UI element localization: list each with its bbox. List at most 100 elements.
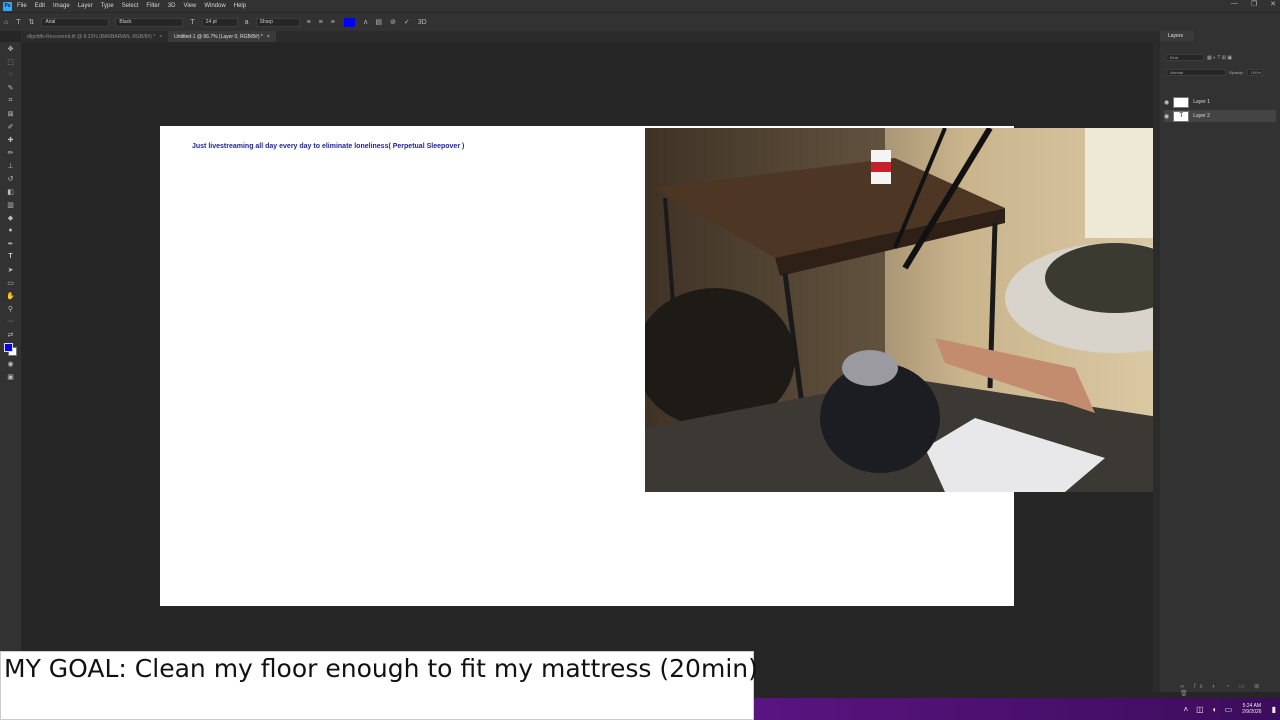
commit-icon[interactable]: ✓ (404, 18, 410, 26)
zoom-tool-icon[interactable]: ⚲ (0, 302, 21, 315)
window-controls: — ❐ ✕ (1231, 0, 1276, 8)
menu-image[interactable]: Image (53, 3, 70, 9)
panel-dock-strip[interactable] (1153, 31, 1160, 692)
stamp-tool-icon[interactable]: ⊥ (0, 159, 21, 172)
font-style-select[interactable]: Black (115, 17, 184, 27)
close-button[interactable]: ✕ (1270, 0, 1276, 8)
layers-panel: Layers Kind ▦ ◐ T ⊞ ▣ Normal Opacity: 10… (1160, 31, 1280, 697)
document-tabs: dfgsfdfv-Recovered.tif @ 8.33% (BARBARIA… (21, 31, 1153, 42)
marquee-tool-icon[interactable]: ⬚ (0, 55, 21, 68)
home-icon[interactable]: ⌂ (4, 19, 8, 26)
blend-mode-select[interactable]: Normal (1166, 69, 1226, 76)
maximize-button[interactable]: ❐ (1251, 0, 1257, 8)
menu-view[interactable]: View (183, 3, 196, 9)
healing-tool-icon[interactable]: ✚ (0, 133, 21, 146)
menu-window[interactable]: Window (204, 3, 225, 9)
quick-select-tool-icon[interactable]: ✎ (0, 81, 21, 94)
photoshop-logo: Ps (3, 1, 12, 11)
more-tools-icon[interactable]: ··· (0, 315, 21, 328)
menu-help[interactable]: Help (234, 3, 246, 9)
blur-tool-icon[interactable]: ◆ (0, 211, 21, 224)
align-right-icon[interactable]: ≡ (331, 19, 335, 26)
layer-row[interactable]: ◉ Layer 1 (1164, 96, 1276, 108)
menu-edit[interactable]: Edit (35, 3, 45, 9)
taskbar: ˄ ◫ ◖ ▭ 5:24 AM 2/9/2026 ▮ (754, 698, 1280, 720)
shape-tool-icon[interactable]: ▭ (0, 276, 21, 289)
gradient-tool-icon[interactable]: ▥ (0, 198, 21, 211)
pen-tool-icon[interactable]: ✒ (0, 237, 21, 250)
eye-icon[interactable]: ◉ (1164, 99, 1169, 106)
eyedropper-tool-icon[interactable]: ✐ (0, 120, 21, 133)
volume-icon[interactable]: ◖ (1212, 705, 1217, 714)
quick-mask-icon[interactable]: ◉ (0, 357, 21, 370)
foreground-background-colors[interactable] (0, 341, 21, 357)
minimize-button[interactable]: — (1231, 0, 1238, 8)
align-center-icon[interactable]: ≡ (319, 19, 323, 26)
tab-untitled-1[interactable]: Untitled-1 @ 66.7% (Layer 0, RGB/8#) * × (168, 31, 276, 42)
layer-name: Layer 2 (1193, 113, 1210, 119)
dodge-tool-icon[interactable]: ● (0, 224, 21, 237)
font-size-icon: T (190, 18, 195, 26)
path-select-tool-icon[interactable]: ➤ (0, 263, 21, 276)
menu-select[interactable]: Select (122, 3, 139, 9)
type-tool-icon[interactable]: T (0, 250, 21, 263)
options-bar: ⌂ T ⇅ Arial Black T 24 pt a Sharp ≡ ≡ ≡ … (0, 12, 1280, 31)
warp-text-icon[interactable]: ʌ (364, 19, 368, 26)
notification-icon[interactable]: ▮ (1272, 705, 1276, 714)
menu-3d[interactable]: 3D (168, 3, 176, 9)
canvas-text-layer[interactable]: Just livestreaming all day every day to … (192, 143, 464, 150)
cancel-icon[interactable]: ⊘ (390, 18, 396, 26)
layer-name: Layer 1 (1193, 99, 1210, 105)
align-left-icon[interactable]: ≡ (307, 19, 311, 26)
3d-icon[interactable]: 3D (418, 19, 427, 26)
opacity-label: Opacity: (1229, 70, 1244, 75)
tab-label: dfgsfdfv-Recovered.tif @ 8.33% (BARBARIA… (27, 33, 156, 40)
hand-tool-icon[interactable]: ✋ (0, 289, 21, 302)
layer-thumbnail (1173, 96, 1190, 108)
goal-banner: MY GOAL: Clean my floor enough to fit my… (0, 651, 758, 720)
eraser-tool-icon[interactable]: ◧ (0, 185, 21, 198)
chevron-up-icon[interactable]: ˄ (1183, 705, 1188, 714)
menu-filter[interactable]: Filter (146, 3, 159, 9)
opacity-field[interactable]: 100% (1246, 69, 1263, 76)
tab-recovered-document[interactable]: dfgsfdfv-Recovered.tif @ 8.33% (BARBARIA… (21, 31, 168, 42)
clock-date: 2/9/2026 (1242, 709, 1262, 715)
layer-row[interactable]: ◉ T Layer 2 (1164, 110, 1276, 122)
brush-tool-icon[interactable]: ✏ (0, 146, 21, 159)
history-brush-icon[interactable]: ↺ (0, 172, 21, 185)
screen-mode-icon[interactable]: ▣ (0, 370, 21, 383)
battery-icon[interactable]: ▭ (1225, 705, 1233, 714)
menu-layer[interactable]: Layer (78, 3, 93, 9)
layer-footer-icons[interactable]: ∞ fx ◐ ◔ ▭ ⊞ 🗑 (1180, 683, 1280, 697)
antialias-select[interactable]: Sharp (255, 17, 300, 27)
layer-kind-filter[interactable]: Kind (1166, 54, 1204, 61)
eye-icon[interactable]: ◉ (1164, 113, 1169, 120)
blend-row: Normal Opacity: 100% (1166, 69, 1263, 76)
menu-file[interactable]: File (17, 3, 27, 9)
menu-type[interactable]: Type (101, 3, 114, 9)
close-icon[interactable]: × (267, 34, 270, 40)
font-size-select[interactable]: 24 pt (201, 17, 238, 27)
layer-filter-row: Kind ▦ ◐ T ⊞ ▣ (1166, 54, 1232, 61)
character-panel-icon[interactable]: ▤ (375, 18, 382, 26)
text-orientation-icon[interactable]: ⇅ (29, 18, 35, 26)
clock[interactable]: 5:24 AM 2/9/2026 (1242, 703, 1261, 715)
type-layer-thumbnail: T (1173, 110, 1190, 122)
tools-panel: ✥ ⬚ ◌ ✎ ⌗ ⊠ ✐ ✚ ✏ ⊥ ↺ ◧ ▥ ◆ ● ✒ T ➤ ▭ ✋ … (0, 42, 21, 692)
text-color-swatch[interactable] (343, 17, 355, 27)
type-tool-icon[interactable]: T (16, 19, 20, 26)
tab-layers[interactable]: Layers (1160, 31, 1194, 41)
lasso-tool-icon[interactable]: ◌ (0, 68, 21, 81)
goal-text: MY GOAL: Clean my floor enough to fit my… (4, 654, 758, 683)
crop-tool-icon[interactable]: ⌗ (0, 94, 21, 107)
close-icon[interactable]: × (159, 34, 162, 40)
frame-tool-icon[interactable]: ⊠ (0, 107, 21, 120)
menu-bar: Ps File Edit Image Layer Type Select Fil… (0, 0, 1280, 12)
swap-colors-icon[interactable]: ⇄ (0, 328, 21, 341)
filter-icons[interactable]: ▦ ◐ T ⊞ ▣ (1207, 55, 1232, 61)
antialias-icon: a (244, 18, 249, 26)
foreground-color-swatch[interactable] (4, 343, 13, 352)
network-icon[interactable]: ◫ (1196, 705, 1204, 714)
font-family-select[interactable]: Arial (41, 17, 110, 27)
move-tool-icon[interactable]: ✥ (0, 42, 21, 55)
